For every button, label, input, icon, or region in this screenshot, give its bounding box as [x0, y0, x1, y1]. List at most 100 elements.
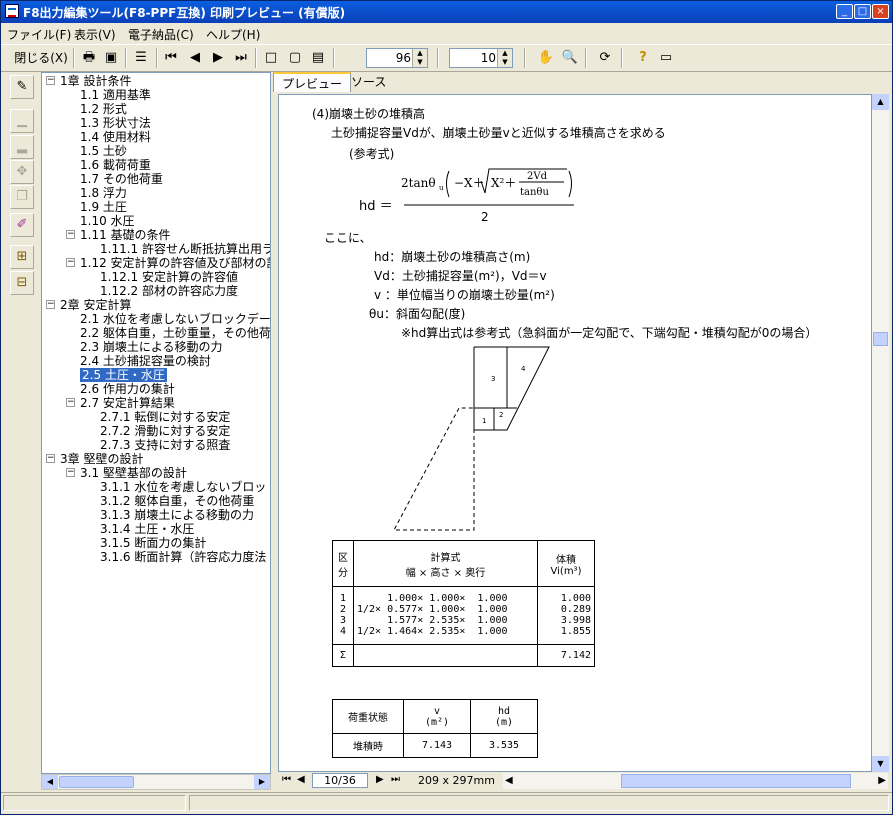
- scroll-left-icon[interactable]: ◀: [505, 775, 513, 786]
- tab-source[interactable]: ソース: [343, 72, 394, 92]
- magnifier-icon[interactable]: 🔍: [560, 48, 580, 68]
- table-header: 荷重状態: [332, 699, 404, 734]
- tree-item-label: 3.1.3 崩壊土による移動の力: [100, 508, 254, 522]
- tree-item-label: 1.8 浮力: [80, 186, 127, 200]
- collapse-icon[interactable]: −: [46, 76, 55, 85]
- tree-collapse-icon[interactable]: ⊟: [10, 271, 34, 295]
- result-table: 荷重状態 v (m²) hd (m) 堆積時 7.143 3.535: [332, 699, 538, 758]
- toolbar-separator: [437, 48, 439, 68]
- app-icon: [5, 4, 19, 18]
- tree-item-label: 2.3 崩壊土による移動の力: [80, 340, 223, 354]
- collapse-icon[interactable]: −: [66, 468, 75, 477]
- save-icon[interactable]: ▣: [101, 48, 121, 68]
- page-width-icon[interactable]: ▤: [308, 48, 328, 68]
- zoom-value: 96: [395, 51, 411, 65]
- edit-book-icon[interactable]: ✐: [10, 213, 34, 237]
- left-vertical-toolbar: ✎ ▁ ▂ ✥ ❐ ✐ ⊞ ⊟: [6, 73, 38, 793]
- pen-icon[interactable]: ✎: [10, 75, 34, 99]
- toolbar-separator: [125, 48, 127, 68]
- menu-electronic-delivery[interactable]: 電子納品(C): [128, 26, 194, 43]
- tree-item-label: 1.10 水圧: [80, 214, 135, 228]
- help-icon[interactable]: ?: [633, 48, 653, 68]
- scroll-down-icon[interactable]: ▼: [872, 756, 889, 772]
- tree-item-label: 1.11.1 許容せん断抵抗算出用ラ: [100, 242, 271, 256]
- title-bar: F8出力編集ツール(F8-PPF互換) 印刷プレビュー (有償版) _ □ ×: [1, 1, 892, 23]
- nav-next-icon[interactable]: ▶: [376, 774, 384, 785]
- page-number-field[interactable]: 10/36: [312, 773, 368, 788]
- tree-horizontal-scrollbar[interactable]: ◀ ▶: [41, 774, 271, 790]
- tree-expand-icon[interactable]: ⊞: [10, 245, 34, 269]
- scroll-up-icon[interactable]: ▲: [872, 94, 889, 110]
- tree-item-label: 3.1.1 水位を考慮しないブロッ: [100, 480, 267, 494]
- maximize-button[interactable]: □: [854, 4, 871, 19]
- page-list-icon[interactable]: ☰: [131, 48, 151, 68]
- tree-item-label: 2.5 土圧・水圧: [80, 368, 167, 382]
- close-window-button[interactable]: ×: [872, 4, 889, 19]
- zoom-spinner[interactable]: 96 ▲ ▼: [366, 48, 428, 68]
- step-spinner[interactable]: 10 ▲ ▼: [449, 48, 513, 68]
- table-cell: [353, 644, 538, 667]
- scroll-thumb[interactable]: [873, 332, 888, 346]
- intro-text: 土砂捕捉容量Vdが、崩壊土砂量vと近似する堆積高さを求める: [331, 126, 666, 140]
- spinner-arrows-icon[interactable]: ▲ ▼: [412, 49, 427, 67]
- tree-item-label: 2.7.2 滑動に対する安定: [100, 424, 231, 438]
- last-page-icon[interactable]: ⏭: [231, 48, 251, 68]
- menu-view[interactable]: 表示(V): [74, 26, 116, 43]
- collapse-icon[interactable]: −: [46, 454, 55, 463]
- tab-preview[interactable]: プレビュー: [273, 72, 352, 92]
- refresh-icon[interactable]: ⟳: [595, 48, 615, 68]
- collapse-icon[interactable]: −: [66, 398, 75, 407]
- scroll-right-icon[interactable]: ▶: [878, 775, 886, 786]
- toolbar: 閉じる(X) 🖶 ▣ ☰ ⏮ ◀ ▶ ⏭ □ ▢ ▤ 96 ▲ ▼ 10 ▲ ▼ ✋…: [1, 44, 892, 72]
- collapse-icon[interactable]: −: [46, 300, 55, 309]
- copy-icon: ❐: [10, 185, 34, 209]
- tree-item-label: 1.12 安定計算の許容値及び部材の許: [80, 256, 271, 270]
- prev-page-icon[interactable]: ◀: [185, 48, 205, 68]
- nav-last-icon[interactable]: ⏭: [391, 774, 400, 785]
- collapse-icon[interactable]: −: [66, 230, 75, 239]
- nav-prev-icon[interactable]: ◀: [297, 774, 305, 785]
- preview-horizontal-scrollbar[interactable]: ◀ ▶: [503, 773, 888, 789]
- chapter-tree[interactable]: −1章 設計条件 1.1 適用基準 1.2 形式 1.3 形状寸法 1.4 使用材料 1.…: [41, 72, 271, 774]
- single-page-icon[interactable]: □: [261, 48, 281, 68]
- fit-page-icon[interactable]: ▢: [285, 48, 305, 68]
- status-cell: [189, 795, 889, 811]
- table-header: 体積 Vi(m³): [537, 540, 595, 587]
- result-hd: 3.535: [470, 733, 538, 758]
- preview-pane: (4)崩壊土砂の堆積高 土砂捕捉容量Vdが、崩壊土砂量vと近似する堆積高さを求め…: [278, 94, 872, 772]
- menu-help[interactable]: ヘルプ(H): [206, 26, 260, 43]
- table-cell-no: 1234: [332, 586, 354, 645]
- tree-item-label: 1章 設計条件: [60, 74, 132, 88]
- next-page-icon[interactable]: ▶: [208, 48, 228, 68]
- reference-label: (参考式): [349, 147, 395, 161]
- menu-file[interactable]: ファイル(F): [7, 26, 71, 43]
- svg-text:−X＋: −X＋: [454, 176, 485, 190]
- first-page-icon[interactable]: ⏮: [161, 48, 181, 68]
- info-card-icon[interactable]: ▭: [656, 48, 676, 68]
- table-header: v (m²): [403, 699, 471, 734]
- tree-item-label: 1.3 形状寸法: [80, 116, 151, 130]
- hand-tool-icon[interactable]: ✋: [536, 48, 556, 68]
- formula-graphic: 2tanθ u −X＋ X²＋ 2Vd tanθu: [401, 168, 574, 206]
- scroll-thumb[interactable]: [59, 776, 134, 788]
- scroll-left-icon[interactable]: ◀: [42, 775, 58, 789]
- nav-first-icon[interactable]: ⏮: [282, 774, 291, 785]
- preview-vertical-scrollbar[interactable]: ▲ ▼: [872, 94, 889, 772]
- tree-item-label: 2.1 水位を考慮しないブロックデー: [80, 312, 271, 326]
- page-navigator: ⏮ ◀ 10/36 ▶ ⏭ 209 x 297mm ◀ ▶: [278, 772, 890, 790]
- step-value: 10: [480, 51, 496, 65]
- scroll-thumb[interactable]: [621, 774, 851, 788]
- print-icon[interactable]: 🖶: [79, 48, 99, 68]
- collapse-icon[interactable]: −: [66, 258, 75, 267]
- spinner-arrows-icon[interactable]: ▲ ▼: [497, 49, 512, 67]
- toolbar-separator: [73, 48, 75, 68]
- minimize-button[interactable]: _: [836, 4, 853, 19]
- toolbar-separator: [156, 48, 158, 68]
- table-header: 計算式幅 × 高さ × 奥行: [353, 540, 538, 587]
- toolbar-separator: [333, 48, 335, 68]
- tree-item-label: 2.7.3 支持に対する照査: [100, 438, 231, 452]
- scroll-right-icon[interactable]: ▶: [254, 775, 270, 789]
- status-cell: [3, 795, 186, 811]
- tree-item-label: 3.1 堅壁基部の設計: [80, 466, 187, 480]
- close-button[interactable]: 閉じる(X): [13, 48, 69, 68]
